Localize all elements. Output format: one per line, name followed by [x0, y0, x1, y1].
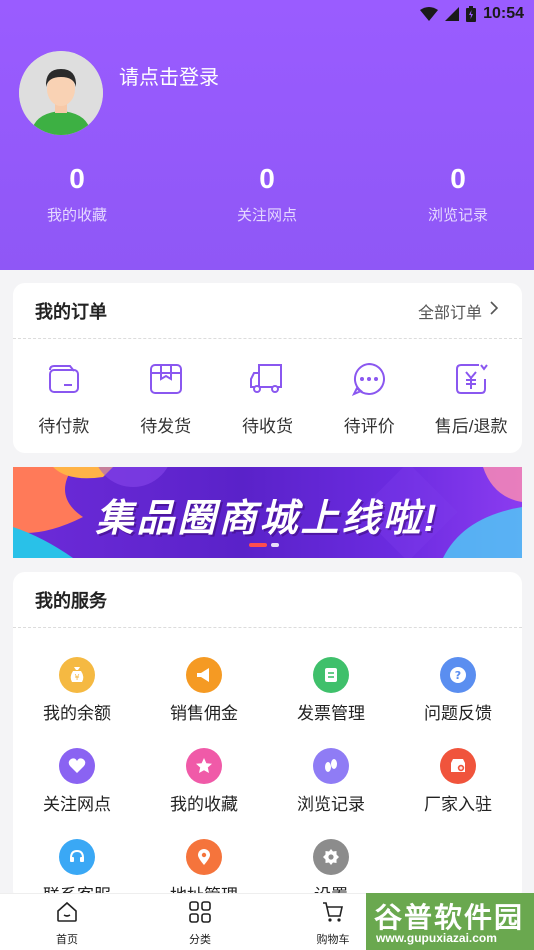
service-favorites[interactable]: 我的收藏 [144, 748, 264, 815]
stat-label: 浏览记录 [427, 207, 488, 224]
order-label: 售后/退款 [434, 417, 508, 436]
service-history[interactable]: 浏览记录 [271, 748, 391, 815]
watermark-title: 谷普软件园 [374, 902, 525, 933]
cart-icon [321, 900, 345, 929]
service-vendor-join[interactable]: 厂家入驻 [398, 748, 518, 815]
login-area[interactable]: 请点击登录 [19, 51, 219, 135]
heart-icon [59, 748, 95, 784]
banner-text: 集品圈商城上线啦! [95, 498, 440, 540]
megaphone-icon [186, 657, 222, 693]
order-pending-review[interactable]: 待评价 [318, 361, 420, 437]
headset-icon [59, 839, 95, 875]
truck-icon [249, 361, 285, 402]
home-icon [55, 900, 79, 929]
order-pending-payment[interactable]: 待付款 [13, 361, 115, 437]
settings-icon [313, 839, 349, 875]
order-label: 待付款 [38, 417, 90, 436]
order-label: 待发货 [140, 417, 192, 436]
battery-icon [466, 6, 477, 22]
service-label: 厂家入驻 [424, 795, 492, 814]
invoice-icon [313, 657, 349, 693]
promo-banner[interactable]: 集品圈商城上线啦! [13, 467, 522, 558]
stat-favorites[interactable]: 0 我的收藏 [17, 160, 137, 225]
tab-label: 分类 [189, 934, 211, 946]
tab-home[interactable]: 首页 [27, 900, 107, 947]
all-orders-link[interactable]: 全部订单 [417, 299, 499, 323]
all-orders-label: 全部订单 [417, 304, 482, 322]
comment-icon [351, 361, 387, 402]
service-label: 发票管理 [297, 704, 365, 723]
stat-history[interactable]: 0 浏览记录 [398, 160, 518, 225]
login-prompt[interactable]: 请点击登录 [119, 61, 219, 90]
service-label: 我的收藏 [170, 795, 238, 814]
order-pending-receipt[interactable]: 待收货 [217, 361, 319, 437]
service-balance[interactable]: ¥ 我的余额 [17, 657, 137, 724]
indicator-dot-active [249, 543, 267, 547]
wallet-icon [46, 361, 82, 402]
service-label: 销售佣金 [170, 704, 238, 723]
tab-label: 购物车 [316, 934, 350, 946]
service-label: 关注网点 [43, 795, 111, 814]
money-bag-icon: ¥ [59, 657, 95, 693]
watermark: 谷普软件园 www.gupuxiazai.com [366, 893, 534, 950]
box-icon [148, 361, 184, 402]
footprint-icon [313, 748, 349, 784]
order-status-row: 待付款 待发货 待收货 待评价 售后/退款 [13, 339, 522, 437]
order-after-sales[interactable]: 售后/退款 [420, 361, 522, 437]
status-time: 10:54 [483, 5, 524, 22]
indicator-dot [271, 543, 279, 547]
svg-text:¥: ¥ [74, 673, 79, 682]
order-label: 待评价 [343, 417, 395, 436]
avatar[interactable] [19, 51, 103, 135]
grid-icon [188, 900, 212, 929]
tab-cart[interactable]: 购物车 [293, 900, 373, 947]
services-title: 我的服务 [35, 590, 107, 611]
refund-icon [453, 361, 489, 402]
services-grid: ¥ 我的余额 销售佣金 发票管理 ? 问题反馈 关注网点 我的收藏 浏览记录 厂… [13, 628, 522, 902]
service-followed-outlets[interactable]: 关注网点 [17, 748, 137, 815]
tab-category[interactable]: 分类 [160, 900, 240, 947]
service-commission[interactable]: 销售佣金 [144, 657, 264, 724]
stat-label: 我的收藏 [46, 207, 107, 224]
profile-header: 10:54 请点击登录 0 我的收藏 0 关注网点 0 浏览记录 [0, 0, 534, 270]
order-label: 待收货 [241, 417, 293, 436]
store-add-icon [440, 748, 476, 784]
svg-text:?: ? [455, 669, 461, 682]
service-invoice[interactable]: 发票管理 [271, 657, 391, 724]
stat-followed-outlets[interactable]: 0 关注网点 [207, 160, 327, 225]
signal-icon [445, 7, 460, 21]
wifi-icon [420, 7, 439, 21]
service-label: 问题反馈 [424, 704, 492, 723]
orders-header: 我的订单 全部订单 [13, 283, 522, 339]
services-card: 我的服务 ¥ 我的余额 销售佣金 发票管理 ? 问题反馈 关注网点 我的收藏 浏… [13, 572, 522, 902]
star-icon [186, 748, 222, 784]
orders-title: 我的订单 [35, 301, 107, 322]
services-header: 我的服务 [13, 572, 522, 628]
banner-indicator [249, 543, 279, 547]
location-icon [186, 839, 222, 875]
service-label: 我的余额 [43, 704, 111, 723]
stat-value: 0 [450, 163, 466, 194]
status-bar: 10:54 [420, 4, 524, 24]
stat-label: 关注网点 [236, 207, 297, 224]
order-pending-shipment[interactable]: 待发货 [115, 361, 217, 437]
stat-value: 0 [69, 163, 85, 194]
question-icon: ? [440, 657, 476, 693]
tab-label: 首页 [56, 934, 78, 946]
service-feedback[interactable]: ? 问题反馈 [398, 657, 518, 724]
chevron-right-icon [490, 301, 499, 320]
stat-value: 0 [259, 163, 275, 194]
service-label: 浏览记录 [297, 795, 365, 814]
watermark-url: www.gupuxiazai.com [376, 931, 497, 945]
orders-card: 我的订单 全部订单 待付款 待发货 待收货 待评价 售后/退款 [13, 283, 522, 453]
